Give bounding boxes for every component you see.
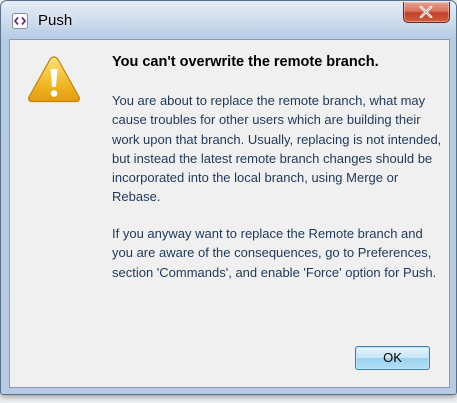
- message-paragraph-2: If you anyway want to replace the Remote…: [112, 226, 437, 280]
- dialog-content: You can't overwrite the remote branch. Y…: [9, 39, 450, 388]
- push-dialog-window: Push You can't overwrite the remote bran…: [0, 0, 457, 395]
- eclipse-code-icon: [12, 13, 28, 29]
- ok-button[interactable]: OK: [355, 346, 430, 370]
- close-icon: [419, 6, 433, 18]
- window-title: Push: [38, 12, 73, 29]
- warning-icon: [27, 55, 81, 103]
- message-paragraph-1: You are about to replace the remote bran…: [112, 93, 442, 205]
- close-button[interactable]: [403, 2, 450, 23]
- title-bar[interactable]: Push: [1, 1, 456, 39]
- dialog-heading: You can't overwrite the remote branch.: [112, 54, 379, 70]
